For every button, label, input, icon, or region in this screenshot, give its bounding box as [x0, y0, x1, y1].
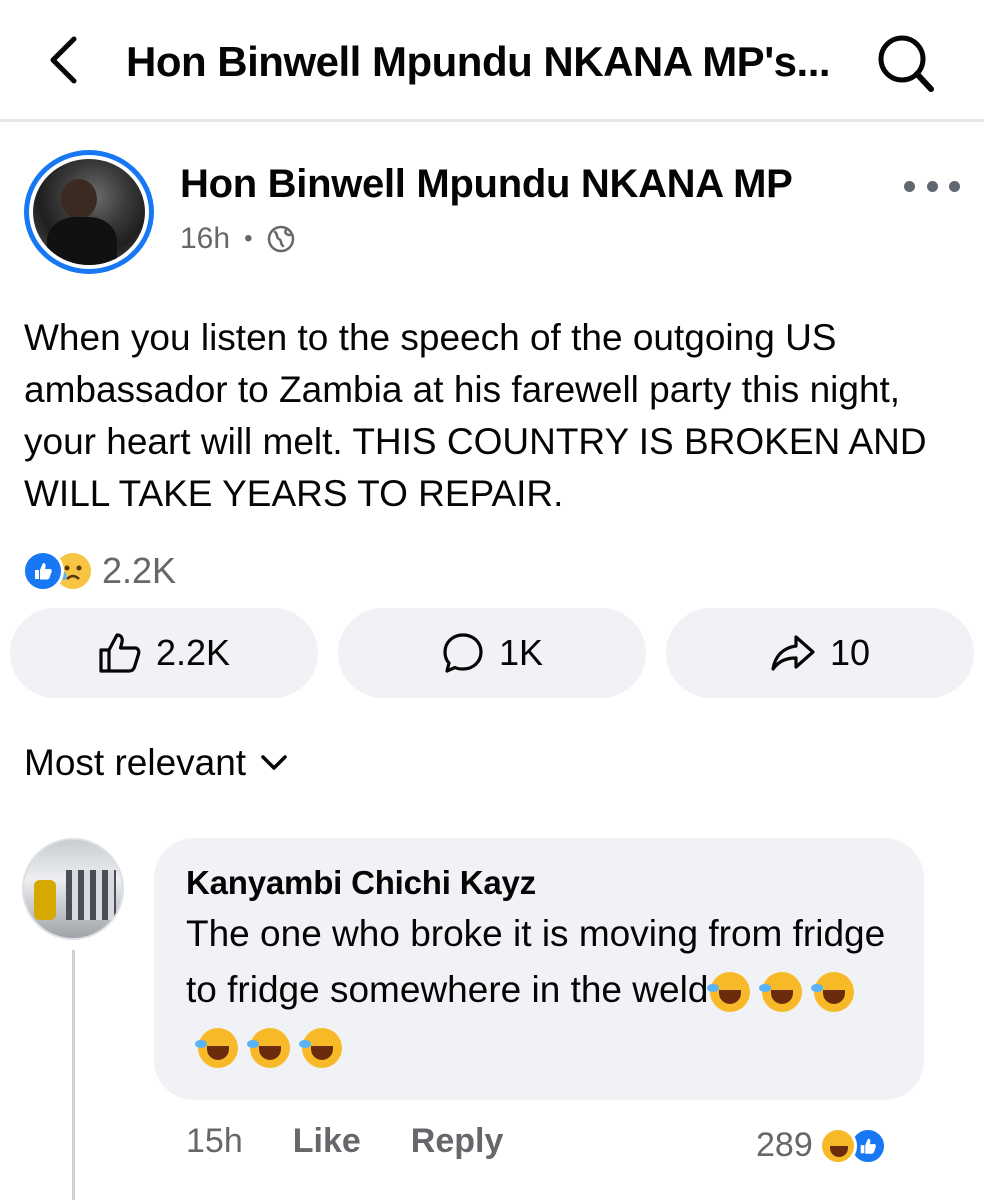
- comment-text: The one who broke it is moving from frid…: [186, 906, 906, 1074]
- globe-icon: [268, 225, 295, 253]
- meta-separator: •: [244, 225, 253, 252]
- post-text: When you listen to the speech of the out…: [24, 317, 927, 514]
- post-author-name[interactable]: Hon Binwell Mpundu NKANA MP: [180, 162, 793, 207]
- laughing-emoji-icon: [759, 972, 803, 1013]
- comment-sort-dropdown[interactable]: Most relevant: [24, 742, 288, 784]
- post-time[interactable]: 16h: [180, 222, 230, 256]
- back-button[interactable]: [38, 32, 88, 88]
- search-button[interactable]: [872, 30, 938, 96]
- laughing-emoji-icon: [247, 1028, 290, 1069]
- reaction-count: 2.2K: [102, 550, 177, 591]
- thread-line: [72, 950, 75, 1200]
- comment-bubble[interactable]: Kanyambi Chichi Kayz The one who broke i…: [154, 838, 924, 1100]
- comment-author[interactable]: Kanyambi Chichi Kayz: [186, 864, 892, 902]
- page-title: Hon Binwell Mpundu NKANA MP's...: [126, 38, 831, 85]
- comment-like-button[interactable]: Like: [293, 1122, 361, 1161]
- reaction-summary[interactable]: 2.2K: [22, 550, 176, 592]
- laughing-emoji-icon: [195, 1028, 238, 1069]
- haha-reaction-icon: [818, 1126, 857, 1165]
- commenter-avatar[interactable]: [22, 838, 124, 940]
- like-button[interactable]: 2.2K: [10, 608, 318, 698]
- thumbs-up-icon: [99, 633, 141, 673]
- comment-icon: [443, 633, 483, 673]
- sort-label: Most relevant: [24, 742, 247, 783]
- chevron-down-icon: [261, 755, 287, 770]
- laughing-emoji-icon: [811, 972, 855, 1013]
- comment-button[interactable]: 1K: [338, 608, 646, 698]
- share-count: 10: [829, 632, 871, 673]
- laughing-emoji-icon: [707, 972, 751, 1013]
- author-avatar[interactable]: [24, 150, 154, 274]
- comment-reply-button[interactable]: Reply: [411, 1122, 504, 1161]
- comment-actions: 15h Like Reply: [186, 1122, 503, 1161]
- more-options-icon[interactable]: [904, 174, 960, 198]
- post-meta: 16h •: [180, 222, 296, 256]
- share-button[interactable]: 10: [666, 608, 974, 698]
- chevron-left-icon: [50, 36, 77, 84]
- like-count: 2.2K: [155, 632, 231, 673]
- like-reaction-icon: [22, 550, 64, 592]
- share-icon: [771, 635, 815, 671]
- search-icon: [878, 35, 934, 92]
- top-bar: Hon Binwell Mpundu NKANA MP's...: [0, 0, 984, 122]
- comment-count: 1K: [498, 632, 544, 673]
- comment-time[interactable]: 15h: [186, 1122, 243, 1161]
- comment-reactions[interactable]: 289: [756, 1126, 887, 1165]
- laughing-emoji-icon: [299, 1028, 342, 1069]
- comment-reaction-count: 289: [756, 1126, 813, 1164]
